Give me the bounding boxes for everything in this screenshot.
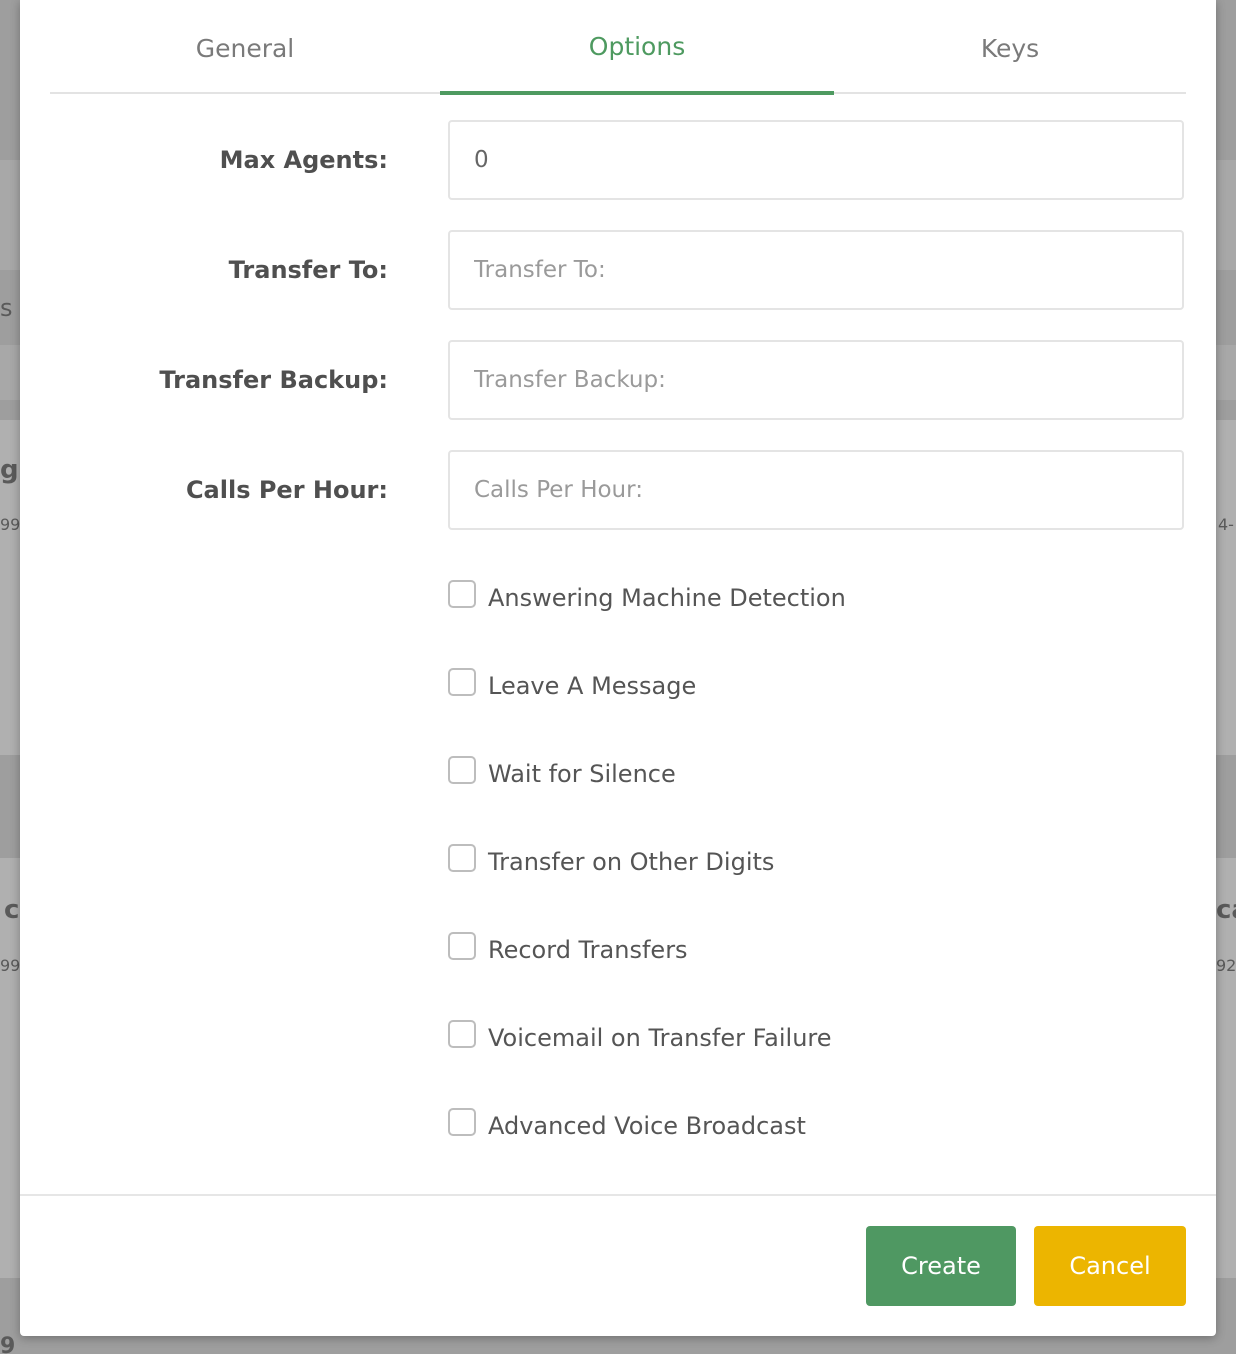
- checkbox-label: Voicemail on Transfer Failure: [488, 1024, 832, 1052]
- background-text: 9: [0, 1334, 16, 1354]
- checkbox-label: Advanced Voice Broadcast: [488, 1112, 806, 1140]
- tab-options[interactable]: Options: [440, 1, 834, 95]
- calls-per-hour-row: Calls Per Hour:: [20, 450, 1216, 530]
- background-text: ca: [1216, 895, 1236, 925]
- background-text: 99: [0, 956, 21, 975]
- calls-per-hour-input[interactable]: [448, 450, 1184, 530]
- background-text: 4-: [1218, 515, 1234, 534]
- tab-general[interactable]: General: [50, 1, 440, 95]
- transfer-backup-input[interactable]: [448, 340, 1184, 420]
- background-text: s: [0, 294, 13, 322]
- checkbox-label: Wait for Silence: [488, 760, 676, 788]
- background-text: 92-: [1216, 956, 1236, 975]
- transfer-on-other-digits-checkbox[interactable]: [448, 844, 476, 872]
- transfer-to-input[interactable]: [448, 230, 1184, 310]
- transfer-backup-label: Transfer Backup:: [159, 366, 388, 394]
- create-button[interactable]: Create: [866, 1226, 1016, 1306]
- max-agents-input[interactable]: [448, 120, 1184, 200]
- max-agents-label: Max Agents:: [219, 146, 388, 174]
- cancel-button[interactable]: Cancel: [1034, 1226, 1186, 1306]
- tab-keys[interactable]: Keys: [834, 1, 1186, 95]
- transfer-to-label: Transfer To:: [228, 256, 388, 284]
- checkbox-label: Record Transfers: [488, 936, 688, 964]
- background-text: c: [4, 895, 20, 925]
- transfer-on-other-digits-option[interactable]: Transfer on Other Digits: [448, 842, 1148, 882]
- tab-bar: General Options Keys: [50, 0, 1186, 95]
- checkbox-label: Transfer on Other Digits: [488, 848, 775, 876]
- leave-a-message-option[interactable]: Leave A Message: [448, 666, 1148, 706]
- leave-a-message-checkbox[interactable]: [448, 668, 476, 696]
- background-text: 99: [0, 515, 21, 534]
- transfer-to-row: Transfer To:: [20, 230, 1216, 310]
- transfer-backup-row: Transfer Backup:: [20, 340, 1216, 420]
- create-campaign-modal: General Options Keys Max Agents: Transfe…: [20, 0, 1216, 1336]
- voicemail-on-transfer-failure-checkbox[interactable]: [448, 1020, 476, 1048]
- voicemail-on-transfer-failure-option[interactable]: Voicemail on Transfer Failure: [448, 1018, 1148, 1058]
- record-transfers-checkbox[interactable]: [448, 932, 476, 960]
- advanced-voice-broadcast-checkbox[interactable]: [448, 1108, 476, 1136]
- max-agents-row: Max Agents:: [20, 120, 1216, 200]
- wait-for-silence-checkbox[interactable]: [448, 756, 476, 784]
- checkbox-label: Answering Machine Detection: [488, 584, 846, 612]
- checkbox-label: Leave A Message: [488, 672, 697, 700]
- footer-divider: [20, 1194, 1216, 1196]
- advanced-voice-broadcast-option[interactable]: Advanced Voice Broadcast: [448, 1106, 1148, 1146]
- answering-machine-detection-checkbox[interactable]: [448, 580, 476, 608]
- calls-per-hour-label: Calls Per Hour:: [185, 476, 388, 504]
- answering-machine-detection-option[interactable]: Answering Machine Detection: [448, 578, 1148, 618]
- record-transfers-option[interactable]: Record Transfers: [448, 930, 1148, 970]
- wait-for-silence-option[interactable]: Wait for Silence: [448, 754, 1148, 794]
